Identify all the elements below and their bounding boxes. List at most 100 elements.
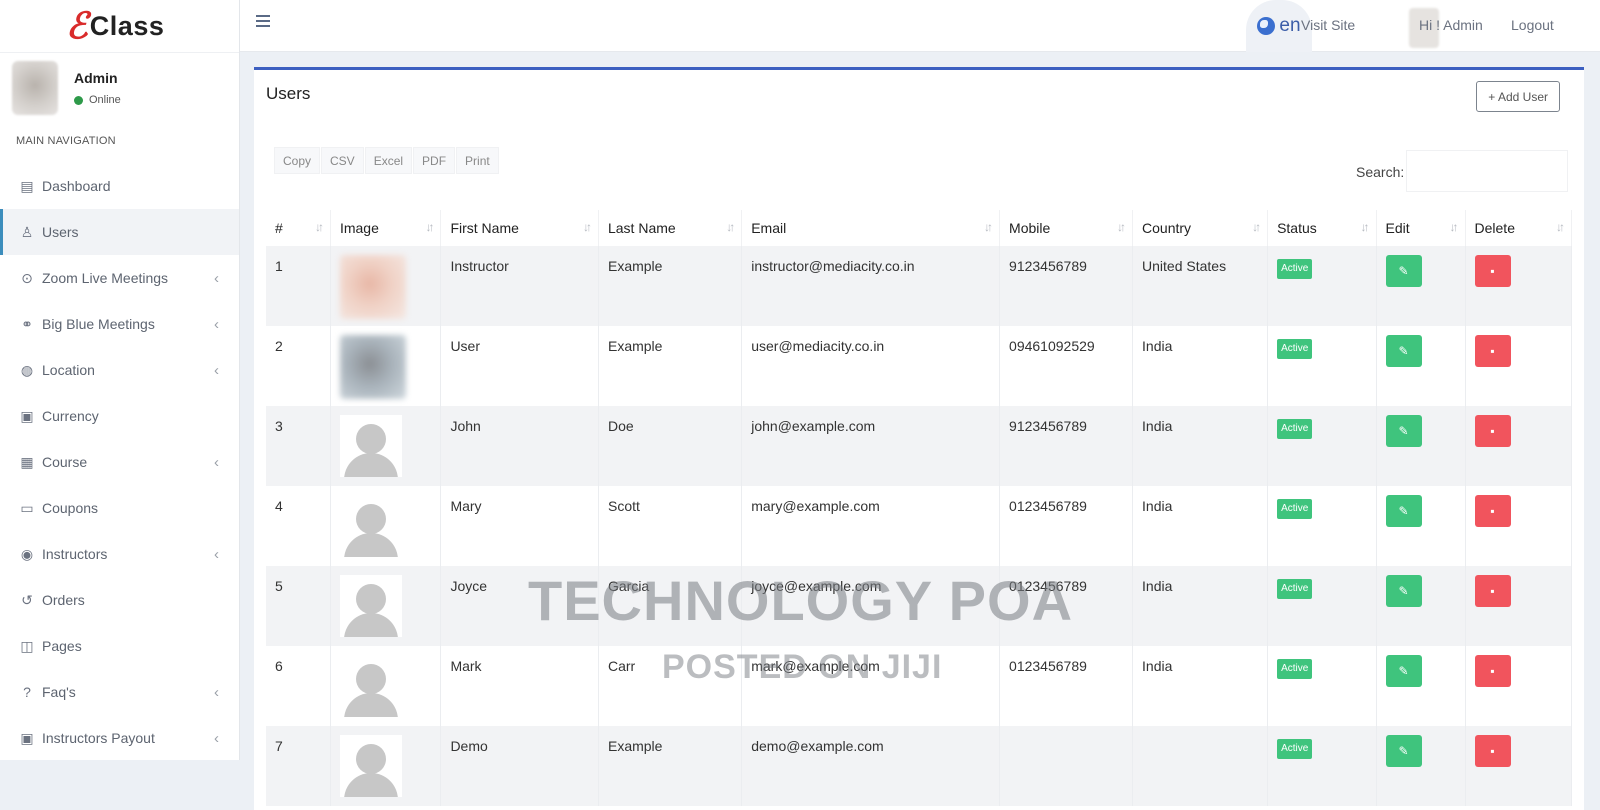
delete-button[interactable]: ▪ [1474, 255, 1511, 287]
chevron-left-icon: ‹ [214, 453, 219, 471]
delete-button[interactable]: ▪ [1474, 335, 1511, 367]
mobile-cell: 9123456789 [999, 246, 1134, 326]
export-buttons: Copy CSV Excel PDF Print [274, 147, 500, 174]
edit-cell: ✎ [1376, 326, 1466, 406]
sidebar-item-orders[interactable]: ↺ Orders [0, 577, 239, 623]
sidebar-item-label: Instructors [42, 546, 108, 562]
add-user-button[interactable]: + Add User [1476, 81, 1560, 112]
status-badge[interactable]: Active [1277, 419, 1313, 439]
greeting-link[interactable]: Hi ! Admin [1419, 17, 1483, 33]
status-badge[interactable]: Active [1277, 259, 1313, 279]
column-header-label: Mobile [1009, 220, 1051, 236]
sidebar-item-coupons[interactable]: ▭ Coupons [0, 485, 239, 531]
sidebar-item-pages[interactable]: ◫ Pages [0, 623, 239, 669]
sort-icon: ↓↑ [1360, 220, 1370, 234]
page-title: Users [266, 84, 311, 103]
edit-cell: ✎ [1376, 246, 1466, 326]
sidebar-item-label: Users [42, 224, 79, 240]
search-input[interactable] [1406, 150, 1568, 192]
column-header[interactable]: # ↓↑ [266, 210, 331, 246]
globe-icon: ◍ [20, 361, 34, 378]
delete-cell: ▪ [1465, 246, 1573, 326]
edit-button[interactable]: ✎ [1385, 575, 1422, 607]
sidebar-item-zoom-live-meetings[interactable]: ⊙ Zoom Live Meetings ‹ [0, 255, 239, 301]
country-cell: India [1132, 646, 1269, 726]
column-header-label: Image [339, 220, 379, 236]
edit-button[interactable]: ✎ [1385, 495, 1422, 527]
sidebar-item-big-blue-meetings[interactable]: ⚭ Big Blue Meetings ‹ [0, 301, 239, 347]
sidebar-item-label: Course [42, 454, 88, 470]
sidebar-item-instructors-payout[interactable]: ▣ Instructors Payout ‹ [0, 715, 239, 761]
column-header[interactable]: Delete ↓↑ [1465, 210, 1573, 246]
id-card-icon: ▤ [20, 177, 34, 194]
delete-button[interactable]: ▪ [1474, 415, 1511, 447]
export-excel-button[interactable]: Excel [364, 147, 413, 174]
logout-link[interactable]: Logout [1511, 17, 1554, 33]
users-table: # ↓↑ Image ↓↑ First Name ↓↑ Last Name ↓↑ Email ↓↑… [266, 210, 1573, 806]
hamburger-menu-icon[interactable] [256, 15, 270, 29]
first-name-cell: Demo [440, 726, 599, 806]
column-header[interactable]: Country ↓↑ [1132, 210, 1269, 246]
user-photo [339, 255, 406, 319]
table-row: 7 Demo Example demo@example.com Active ✎ ▪ [266, 726, 1573, 806]
column-header[interactable]: First Name ↓↑ [440, 210, 599, 246]
status-badge[interactable]: Active [1277, 579, 1313, 599]
column-header[interactable]: Image ↓↑ [330, 210, 442, 246]
column-header[interactable]: Last Name ↓↑ [598, 210, 743, 246]
edit-button[interactable]: ✎ [1385, 335, 1422, 367]
sidebar-item-course[interactable]: ▦ Course ‹ [0, 439, 239, 485]
export-copy-button[interactable]: Copy [274, 147, 321, 174]
column-header[interactable]: Email ↓↑ [741, 210, 1001, 246]
country-cell: India [1132, 566, 1269, 646]
delete-button[interactable]: ▪ [1474, 575, 1511, 607]
edit-button[interactable]: ✎ [1385, 655, 1422, 687]
sidebar-item-instructors[interactable]: ◉ Instructors ‹ [0, 531, 239, 577]
column-header[interactable]: Status ↓↑ [1267, 210, 1377, 246]
export-pdf-button[interactable]: PDF [413, 147, 456, 174]
trash-icon: ▪ [1490, 744, 1495, 758]
edit-cell: ✎ [1376, 726, 1466, 806]
chevron-left-icon: ‹ [214, 729, 219, 747]
sidebar: ℰ Class Admin Online MAIN NAVIGATION ▤ Da… [0, 0, 240, 760]
email-cell: instructor@mediacity.co.in [741, 246, 1001, 326]
edit-button[interactable]: ✎ [1385, 255, 1422, 287]
column-header-label: First Name [450, 220, 519, 236]
delete-button[interactable]: ▪ [1474, 655, 1511, 687]
edit-button[interactable]: ✎ [1385, 735, 1422, 767]
table-body: 1 Instructor Example instructor@mediacity.c… [266, 246, 1573, 806]
sort-icon: ↓↑ [1252, 220, 1261, 234]
status-badge[interactable]: Active [1277, 739, 1313, 759]
edit-button[interactable]: ✎ [1385, 415, 1422, 447]
last-name-cell: Scott [598, 486, 743, 566]
sidebar-item-location[interactable]: ◍ Location ‹ [0, 347, 239, 393]
sidebar-item-currency[interactable]: ▣ Currency [0, 393, 239, 439]
mobile-cell: 9123456789 [999, 406, 1134, 486]
sidebar-item-label: Currency [42, 408, 99, 424]
sidebar-item-dashboard[interactable]: ▤ Dashboard [0, 163, 239, 209]
export-print-button[interactable]: Print [456, 147, 499, 174]
user-placeholder-icon [339, 655, 402, 717]
sidebar-item-faq-s[interactable]: ? Faq's ‹ [0, 669, 239, 715]
table-row: 1 Instructor Example instructor@mediacity.c… [266, 246, 1573, 326]
column-header[interactable]: Edit ↓↑ [1376, 210, 1466, 246]
sidebar-item-label: Zoom Live Meetings [42, 270, 169, 286]
question-circle-icon: ? [23, 684, 31, 700]
export-csv-button[interactable]: CSV [321, 147, 364, 174]
brand-logo[interactable]: ℰ Class [0, 0, 239, 53]
language-label: en [1279, 15, 1301, 36]
status-badge[interactable]: Active [1277, 659, 1313, 679]
delete-cell: ▪ [1465, 406, 1573, 486]
status-badge[interactable]: Active [1277, 499, 1313, 519]
status-cell: Active [1267, 326, 1377, 406]
country-cell: United States [1132, 246, 1269, 326]
last-name-cell: Doe [598, 406, 743, 486]
column-header[interactable]: Mobile ↓↑ [999, 210, 1134, 246]
money-icon: ▣ [20, 407, 34, 424]
delete-cell: ▪ [1465, 326, 1573, 406]
column-header-label: # [275, 220, 283, 236]
delete-button[interactable]: ▪ [1474, 735, 1511, 767]
delete-button[interactable]: ▪ [1474, 495, 1511, 527]
status-badge[interactable]: Active [1277, 339, 1313, 359]
sidebar-item-users[interactable]: ♙ Users [0, 209, 239, 255]
visit-site-link[interactable]: Visit Site [1301, 17, 1355, 33]
